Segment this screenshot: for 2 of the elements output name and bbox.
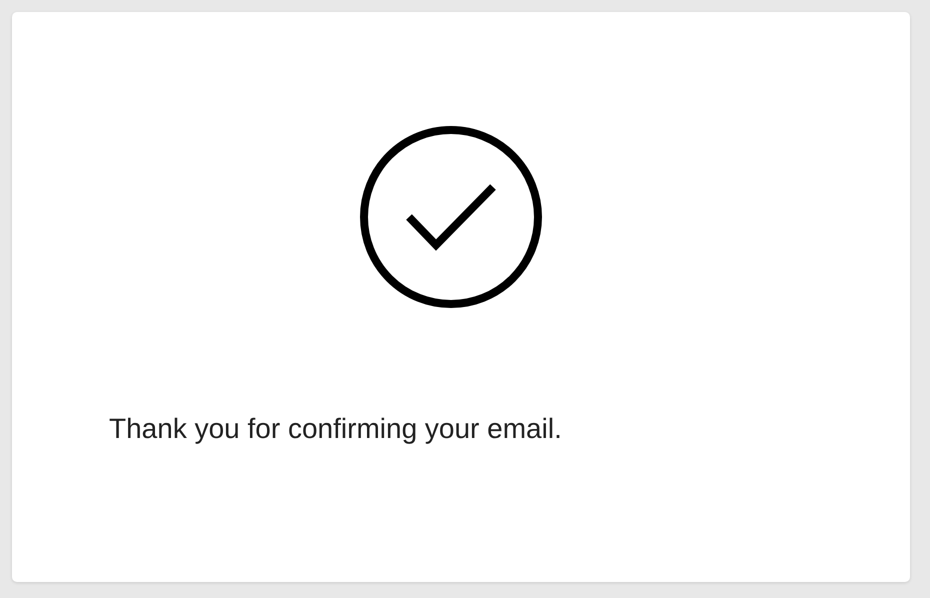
check-circle-icon bbox=[359, 125, 543, 309]
confirmation-message: Thank you for confirming your email. bbox=[109, 413, 563, 445]
